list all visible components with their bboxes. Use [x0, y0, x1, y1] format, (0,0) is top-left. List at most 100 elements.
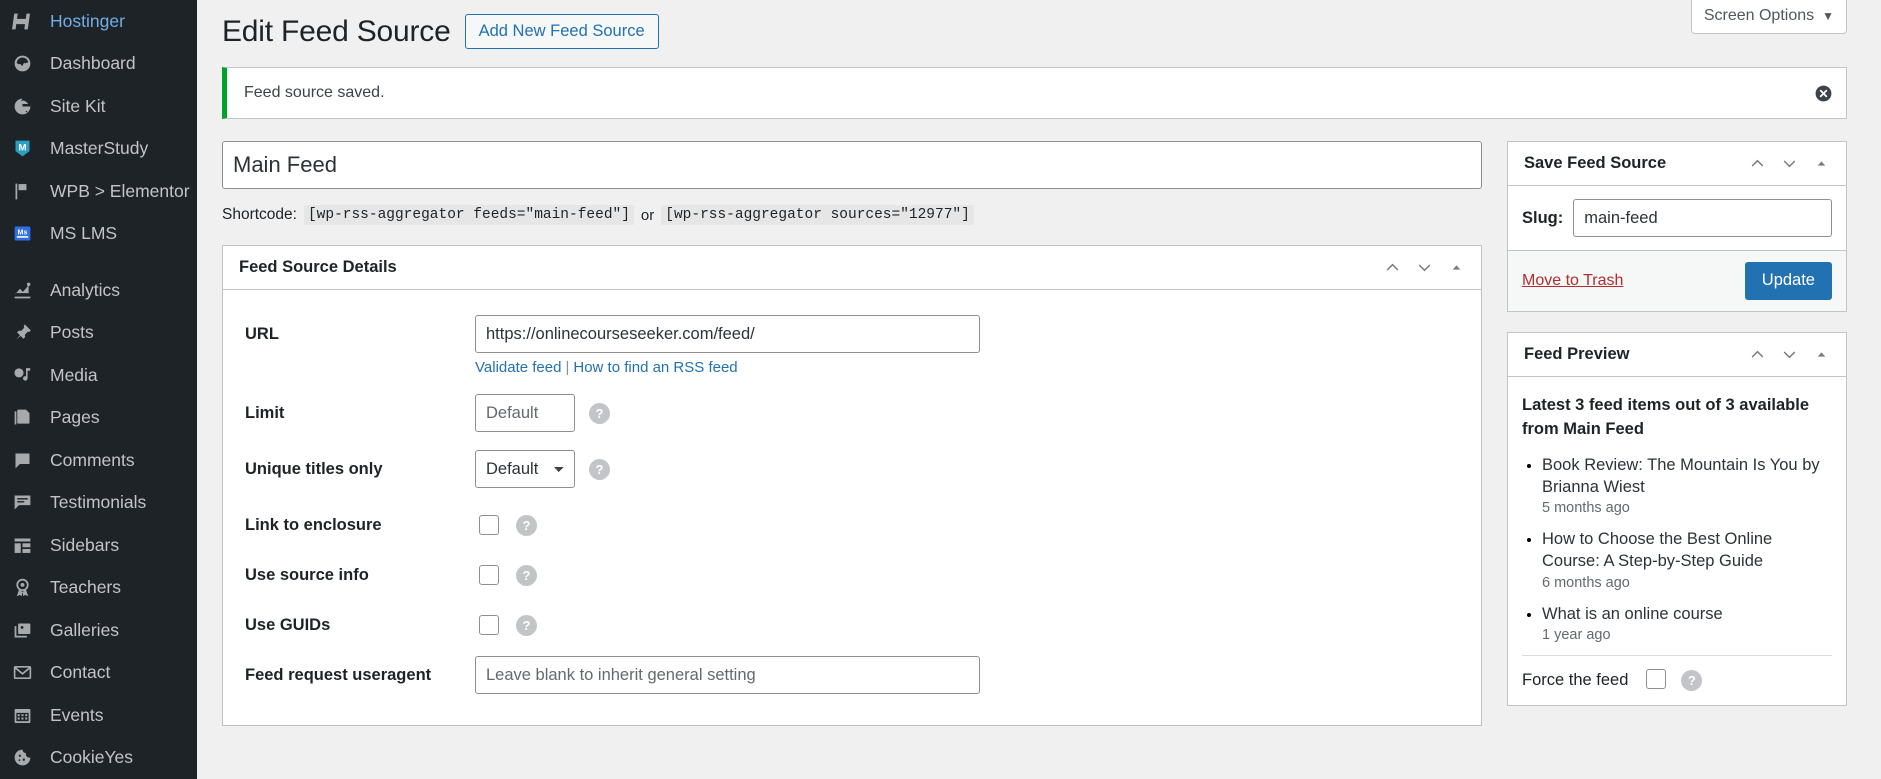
- sidebar-item-label: Comments: [50, 449, 135, 470]
- sidebar-item-events[interactable]: Events: [0, 694, 197, 737]
- link-to-enclosure-help-icon[interactable]: ?: [516, 515, 537, 536]
- page-title: Edit Feed Source: [222, 15, 451, 48]
- feed-item-title[interactable]: How to Choose the Best Online Course: A …: [1542, 528, 1832, 573]
- feed-source-details-panel: Feed Source Details URL https://onlineco…: [222, 245, 1482, 726]
- validate-feed-link[interactable]: Validate feed: [475, 359, 561, 376]
- row-use-source-info: Use source info ?: [245, 547, 1459, 597]
- move-up-icon[interactable]: [1744, 151, 1770, 177]
- use-source-info-label: Use source info: [245, 566, 369, 584]
- ms-lms-icon: Ms: [12, 222, 42, 246]
- row-url: URL Validate feed|How to find an RSS fee…: [245, 306, 1459, 385]
- sidebar-item-site-kit[interactable]: Site Kit: [0, 85, 197, 128]
- move-down-icon[interactable]: [1776, 341, 1802, 367]
- site-kit-icon: [12, 94, 42, 118]
- sidebar-item-analytics[interactable]: Analytics: [0, 269, 197, 312]
- use-guids-checkbox[interactable]: [479, 615, 499, 635]
- useragent-input[interactable]: [475, 656, 980, 694]
- feed-item-title[interactable]: Book Review: The Mountain Is You by Bria…: [1542, 454, 1832, 499]
- limit-help-icon[interactable]: ?: [589, 403, 610, 424]
- sidebar-item-dashboard[interactable]: Dashboard: [0, 43, 197, 86]
- move-down-icon[interactable]: [1776, 151, 1802, 177]
- add-new-feed-source-button[interactable]: Add New Feed Source: [464, 13, 659, 50]
- sidebar-item-sidebars[interactable]: Sidebars: [0, 524, 197, 567]
- shortcode-feeds[interactable]: [wp-rss-aggregator feeds="main-feed"]: [303, 205, 634, 225]
- sidebar-item-posts[interactable]: Posts: [0, 312, 197, 355]
- force-feed-checkbox[interactable]: [1646, 668, 1667, 689]
- shortcode-or: or: [640, 206, 655, 224]
- sidebar-item-cookieyes[interactable]: CookieYes: [0, 737, 197, 779]
- cookieyes-icon: [12, 746, 42, 770]
- use-source-info-checkbox[interactable]: [479, 565, 499, 585]
- sidebar-item-galleries[interactable]: Galleries: [0, 609, 197, 652]
- sidebar-item-comments[interactable]: Comments: [0, 439, 197, 482]
- sidebar-item-label: Dashboard: [50, 53, 136, 73]
- url-links: Validate feed | How to find an RSS feed: [475, 359, 980, 376]
- sidebar-item-label: Analytics: [50, 279, 121, 300]
- save-panel-header: Save Feed Source: [1508, 142, 1846, 186]
- move-down-icon[interactable]: [1411, 255, 1437, 281]
- panel-body: URL Validate feed|How to find an RSS fee…: [223, 290, 1481, 725]
- shortcode-label: Shortcode:: [222, 206, 297, 223]
- screen-options-button[interactable]: Screen Options ▼: [1690, 0, 1847, 34]
- limit-input[interactable]: [475, 394, 575, 432]
- row-limit: Limit ?: [245, 385, 1459, 441]
- sidebar-item-hostinger[interactable]: Hostinger: [0, 0, 197, 43]
- row-useragent: Feed request useragent: [245, 647, 1459, 703]
- chevron-down-icon: ▼: [1822, 9, 1834, 23]
- teachers-icon: [12, 576, 42, 600]
- shortcode-sources[interactable]: [wp-rss-aggregator sources="12977"]: [661, 205, 974, 225]
- admin-page: Hostinger Dashboard Site Kit M MasterStu…: [0, 0, 1881, 779]
- sidebar-item-ms-lms[interactable]: Ms MS LMS: [0, 213, 197, 256]
- preview-panel-handles: [1744, 341, 1834, 367]
- use-guids-help-icon[interactable]: ?: [516, 615, 537, 636]
- svg-text:Ms: Ms: [18, 230, 28, 237]
- feed-item-date: 1 year ago: [1542, 626, 1611, 643]
- slug-input[interactable]: [1573, 199, 1832, 237]
- shortcode-row: Shortcode: [wp-rss-aggregator feeds="mai…: [222, 205, 1482, 225]
- sidebar-item-label: Hostinger: [50, 10, 125, 31]
- move-up-icon[interactable]: [1379, 255, 1405, 281]
- sidebar-item-pages[interactable]: Pages: [0, 397, 197, 440]
- save-feed-source-panel: Save Feed Source Slug: main-feed Move to…: [1507, 141, 1847, 312]
- sidebar-item-testimonials[interactable]: Testimonials: [0, 482, 197, 525]
- link-to-enclosure-label: Link to enclosure: [245, 516, 382, 534]
- hostinger-icon: [12, 9, 42, 33]
- how-to-find-rss-link[interactable]: How to find an RSS feed: [573, 359, 737, 376]
- post-title-input[interactable]: [222, 141, 1482, 189]
- main-content: Screen Options ▼ Edit Feed Source Add Ne…: [197, 0, 1881, 779]
- use-source-info-help-icon[interactable]: ?: [516, 565, 537, 586]
- feed-item-title[interactable]: What is an online course: [1542, 603, 1832, 625]
- sidebar-item-teachers[interactable]: Teachers: [0, 567, 197, 610]
- dismiss-icon[interactable]: [1812, 82, 1834, 104]
- sidebar-item-label: Sidebars: [50, 534, 120, 555]
- sidebar-item-label: Pages: [50, 407, 100, 427]
- sidebar-divider: [0, 255, 197, 269]
- flag-icon: [12, 179, 42, 203]
- update-button[interactable]: Update: [1744, 262, 1832, 300]
- content-wrap: Edit Feed Source Add New Feed Source Fee…: [197, 0, 1881, 746]
- save-panel-footer: Move to Trash Update: [1508, 250, 1846, 311]
- move-to-trash-link[interactable]: Move to Trash: [1522, 272, 1623, 290]
- toggle-panel-icon[interactable]: [1443, 255, 1469, 281]
- force-feed-row: Force the feed ?: [1522, 654, 1832, 692]
- unique-titles-select[interactable]: Default: [475, 450, 575, 488]
- sidebar-item-media[interactable]: Media: [0, 354, 197, 397]
- move-up-icon[interactable]: [1744, 341, 1770, 367]
- feed-item-date: 5 months ago: [1542, 500, 1630, 517]
- unique-titles-help-icon[interactable]: ?: [589, 459, 610, 480]
- list-item: Book Review: The Mountain Is You by Bria…: [1542, 454, 1832, 517]
- sidebar-item-wpb-elementor[interactable]: WPB > Elementor: [0, 170, 197, 213]
- save-panel-body: Slug:: [1508, 186, 1846, 250]
- sidebar-item-masterstudy[interactable]: M MasterStudy: [0, 128, 197, 171]
- notice-message: Feed source saved.: [244, 84, 385, 101]
- link-to-enclosure-checkbox[interactable]: [479, 515, 499, 535]
- url-input[interactable]: [475, 315, 980, 353]
- toggle-panel-icon[interactable]: [1808, 151, 1834, 177]
- media-icon: [12, 363, 42, 387]
- secondary-column: Save Feed Source Slug: main-feed Move to…: [1507, 141, 1847, 726]
- sidebar-item-label: Testimonials: [50, 492, 147, 512]
- sidebar-item-contact[interactable]: Contact: [0, 652, 197, 695]
- force-feed-help-icon[interactable]: ?: [1681, 669, 1703, 691]
- toggle-panel-icon[interactable]: [1808, 341, 1834, 367]
- testimonials-icon: [12, 491, 42, 515]
